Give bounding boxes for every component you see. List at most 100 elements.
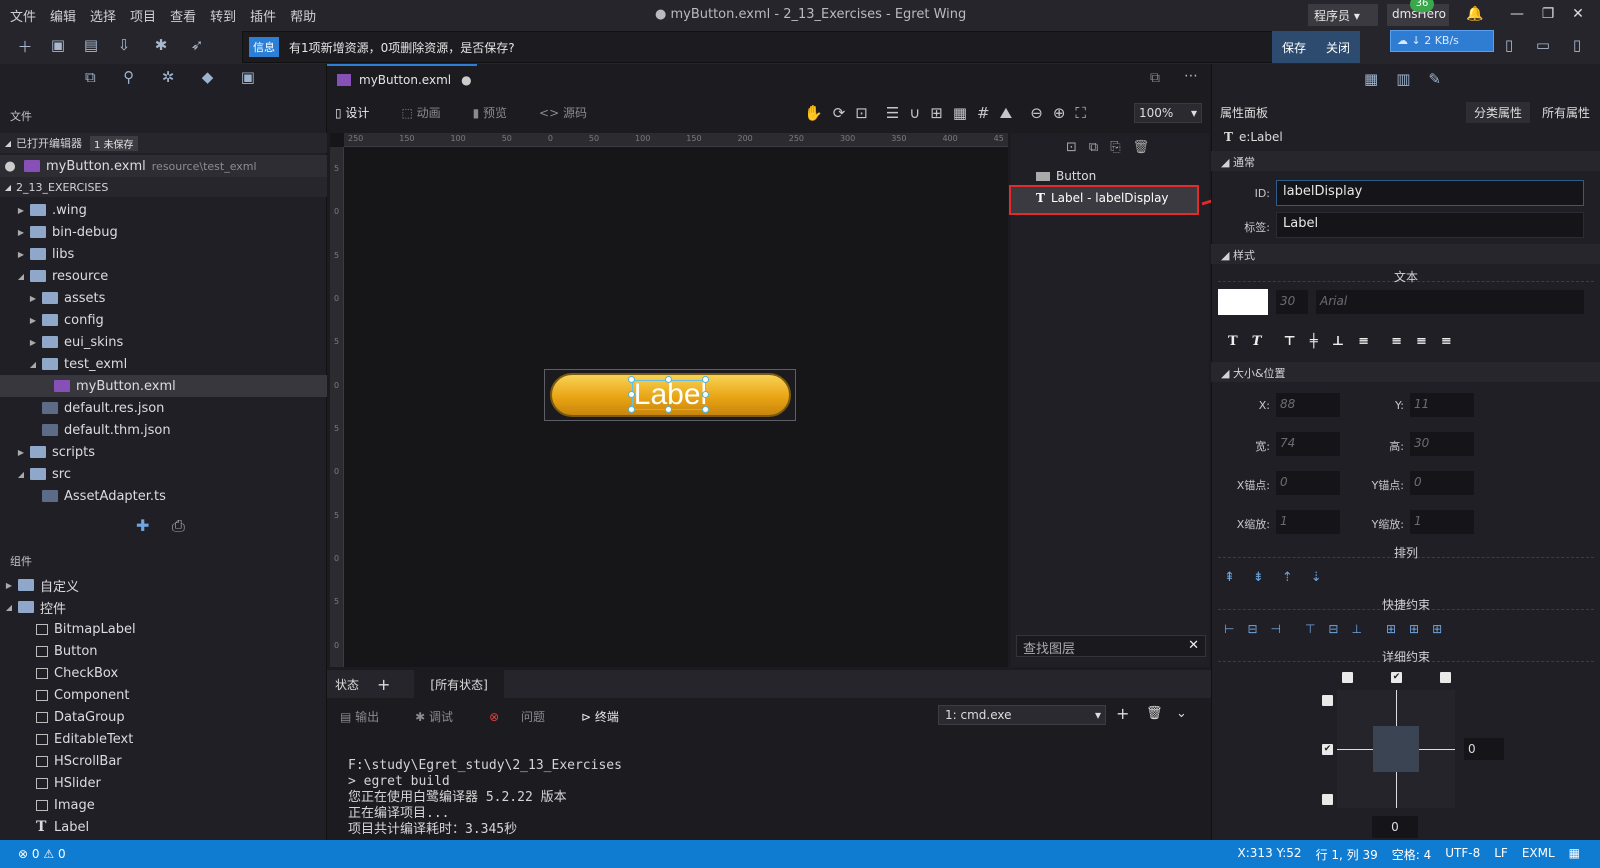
component-item[interactable]: T Label (36, 816, 89, 838)
align-center-icon[interactable]: ≡ (1416, 334, 1427, 349)
delete-icon[interactable]: 🗑 (1133, 140, 1150, 155)
magnet-icon[interactable]: ∪ (909, 104, 920, 122)
constraint-hcenter-icon[interactable]: ⊟ (1247, 622, 1257, 636)
menu-goto[interactable]: 转到 (210, 6, 236, 25)
tree-item-selected[interactable]: myButton.exml (0, 375, 327, 397)
component-item[interactable]: Button (36, 640, 98, 662)
zoom-in-icon[interactable]: ⊕ (1053, 104, 1066, 122)
align-right-icon[interactable]: ≡ (1441, 334, 1452, 349)
refresh-icon[interactable]: ⟳ (833, 104, 846, 122)
search-icon[interactable]: ⚲ (123, 68, 134, 90)
section-style[interactable]: ◢ 样式 (1211, 244, 1600, 264)
puzzle-icon[interactable]: ✚ (136, 516, 149, 535)
grid-icon[interactable]: ▦ (953, 104, 967, 122)
fit-icon[interactable]: ⊡ (855, 104, 868, 122)
component-item[interactable]: EditableText (36, 728, 133, 750)
save-icon[interactable]: ▣ (47, 36, 69, 58)
indent[interactable]: 空格: 4 (1392, 846, 1432, 863)
bell-icon[interactable]: 🔔 (1463, 6, 1487, 24)
tree-item[interactable]: AssetAdapter.ts (0, 485, 327, 507)
menu-help[interactable]: 帮助 (290, 6, 316, 25)
menu-file[interactable]: 文件 (10, 6, 36, 25)
component-item[interactable]: HSlider (36, 772, 101, 794)
checkbox-top-left[interactable] (1342, 672, 1353, 683)
resize-handle[interactable] (628, 406, 635, 413)
tree-item[interactable]: ◢ test_exml (0, 353, 327, 375)
feedback-icon[interactable]: ▦ (1569, 846, 1580, 863)
constraint-top-icon[interactable]: ⊤ (1305, 622, 1315, 636)
component-item[interactable]: HScrollBar (36, 750, 122, 772)
resize-handle[interactable] (665, 376, 672, 383)
scale-x-input[interactable]: 1 (1276, 510, 1340, 534)
book-icon[interactable]: ▥ (1396, 70, 1410, 88)
tab-source[interactable]: <> 源码 (539, 104, 603, 121)
height-input[interactable]: 30 (1410, 432, 1474, 456)
valign-bottom-icon[interactable]: ⊥ (1332, 334, 1344, 349)
menu-select[interactable]: 选择 (90, 6, 116, 25)
tab-terminal[interactable]: ⊳ 终端 (581, 708, 637, 725)
menu-edit[interactable]: 编辑 (50, 6, 76, 25)
send-back-icon[interactable]: ⇣ (1311, 570, 1322, 585)
checkbox-top-right[interactable] (1440, 672, 1451, 683)
debug-icon[interactable]: ✱ (150, 36, 172, 58)
clear-icon[interactable]: ✕ (1188, 638, 1199, 653)
text-color-swatch[interactable] (1218, 289, 1268, 315)
align-left-icon[interactable]: ≡ (1391, 334, 1402, 349)
tree-item[interactable]: default.res.json (0, 397, 327, 419)
justify-icon[interactable]: ≡ (1358, 334, 1369, 349)
constraint-bottom-icon[interactable]: ⊥ (1351, 622, 1361, 636)
role-select[interactable]: 程序员 ▾ (1308, 4, 1378, 26)
checkbox-left-center[interactable]: ✔ (1322, 744, 1333, 755)
collapse-panel-icon[interactable]: ⌄ (1176, 706, 1187, 721)
line-col[interactable]: 行 1, 列 39 (1316, 846, 1378, 863)
close-window-icon[interactable]: ✕ (1566, 6, 1590, 24)
tree-item[interactable]: ▶ .wing (0, 199, 327, 221)
tree-item[interactable]: ▶ eui_skins (0, 331, 327, 353)
tab-design[interactable]: ▯ 设计 (335, 104, 385, 121)
valign-top-icon[interactable]: ⊤ (1283, 334, 1295, 349)
terminal-select[interactable]: 1: cmd.exe ▾ (938, 705, 1106, 725)
y-input[interactable]: 11 (1410, 393, 1474, 417)
brush-icon[interactable]: ✎ (1428, 70, 1441, 88)
tree-item[interactable]: default.thm.json (0, 419, 327, 441)
image-preview-icon[interactable]: ⛰ (1000, 104, 1013, 122)
tree-item[interactable]: ▶ libs (0, 243, 327, 265)
x-input[interactable]: 88 (1276, 393, 1340, 417)
find-layer-input[interactable]: 查找图层 ✕ (1016, 635, 1206, 657)
open-editor-item[interactable]: ● myButton.exml resource\test_exml (0, 155, 327, 177)
font-size-input[interactable]: 30 (1276, 290, 1308, 314)
width-input[interactable]: 74 (1276, 432, 1340, 456)
ungroup-icon[interactable]: ⧉ (1089, 140, 1098, 155)
component-item[interactable]: Image (36, 794, 95, 816)
info-close-button[interactable]: 关闭 (1326, 39, 1350, 56)
scale-y-input[interactable]: 1 (1410, 510, 1474, 534)
fill-height-icon[interactable]: ⊞ (1409, 622, 1419, 636)
fill-all-icon[interactable]: ⊞ (1432, 622, 1442, 636)
section-common[interactable]: ◢ 通常 (1211, 151, 1600, 171)
terminal-output[interactable]: F:\study\Egret_study\2_13_Exercises > egr… (348, 758, 622, 838)
font-name-input[interactable]: Arial (1316, 290, 1584, 314)
errors-status[interactable]: ⊗ 0 ⚠ 0 (18, 847, 66, 861)
id-input[interactable]: labelDisplay (1276, 180, 1584, 206)
zoom-select[interactable]: 100% ▾ (1134, 103, 1202, 123)
menu-view[interactable]: 查看 (170, 6, 196, 25)
bring-forward-icon[interactable]: ⇟ (1253, 570, 1264, 585)
editor-tab[interactable]: myButton.exml ● (327, 64, 477, 94)
resize-handle[interactable] (628, 376, 635, 383)
checkbox-left-bottom[interactable] (1322, 794, 1333, 805)
line-ending[interactable]: LF (1494, 846, 1508, 863)
tree-item[interactable]: ▶ scripts (0, 441, 327, 463)
info-save-button[interactable]: 保存 (1282, 39, 1306, 56)
tab-category-props[interactable]: 分类属性 (1466, 102, 1531, 123)
bring-front-icon[interactable]: ⇞ (1224, 570, 1235, 585)
minimize-icon[interactable]: — (1505, 6, 1529, 24)
comp-group[interactable]: ▶ 自定义 (0, 574, 327, 596)
split-icon[interactable]: ⧉ (1150, 70, 1160, 86)
component-item[interactable]: Component (36, 684, 129, 706)
files-icon[interactable]: ⧉ (85, 68, 96, 90)
valign-middle-icon[interactable]: ╪ (1310, 334, 1318, 349)
tree-item[interactable]: ◢ resource (0, 265, 327, 287)
layout-bottom-icon[interactable]: ▭ (1532, 36, 1554, 58)
layer-item-button[interactable]: Button (1036, 169, 1096, 183)
checkbox-top-center[interactable]: ✔ (1391, 672, 1402, 683)
